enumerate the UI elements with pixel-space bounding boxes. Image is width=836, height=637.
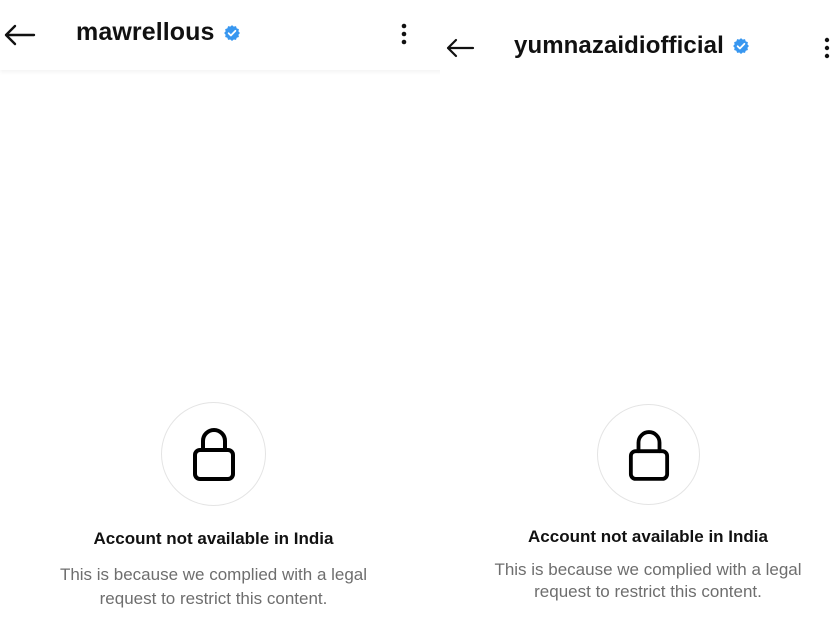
profile-header: yumnazaidiofficial [440, 0, 836, 70]
back-button[interactable] [0, 18, 38, 52]
more-options-button[interactable] [824, 34, 836, 62]
profile-title: mawrellous [76, 18, 241, 47]
description-line: request to restrict this content. [534, 582, 762, 601]
username: mawrellous [76, 18, 215, 46]
profile-screen-left: mawrellous Account not available in Indi… [0, 0, 445, 637]
profile-header: mawrellous [0, 0, 445, 70]
description-line: request to restrict this content. [99, 589, 328, 608]
profile-screen-right: yumnazaidiofficial Account not available… [440, 0, 836, 637]
description-line: This is because we complied with a legal [59, 565, 368, 584]
unavailable-description: This is because we complied with a legal… [0, 563, 427, 611]
more-options-icon [824, 37, 830, 59]
lock-circle [161, 402, 266, 506]
more-options-button[interactable] [392, 20, 416, 48]
unavailable-heading: Account not available in India [528, 527, 768, 546]
more-options-icon [401, 23, 407, 45]
lock-circle [597, 404, 700, 505]
unavailable-description: This is because we complied with a legal… [440, 559, 836, 603]
description-line: This is because we complied with a legal [494, 560, 802, 579]
verified-badge-icon [732, 37, 750, 55]
username: yumnazaidiofficial [514, 32, 724, 59]
unavailable-heading: Account not available in India [93, 529, 334, 548]
back-arrow-icon [446, 38, 475, 58]
verified-badge-icon [223, 24, 241, 42]
lock-icon [192, 428, 235, 481]
back-button[interactable] [442, 31, 478, 65]
profile-title: yumnazaidiofficial [514, 32, 750, 60]
back-arrow-icon [4, 24, 36, 46]
lock-icon [628, 429, 669, 481]
